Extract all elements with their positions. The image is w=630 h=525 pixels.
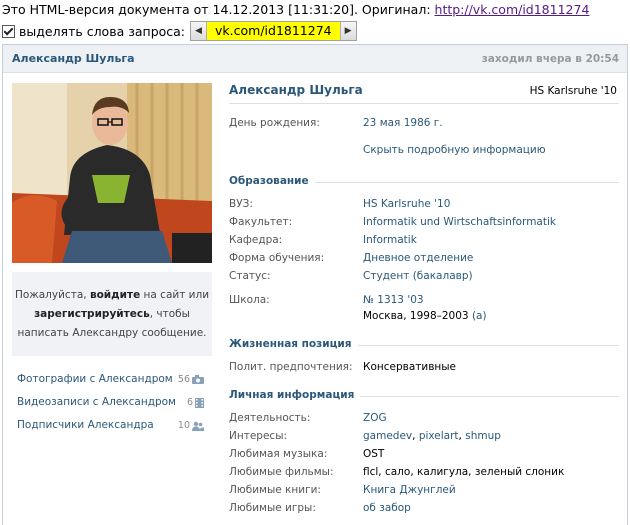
search-term-navigator: ◀ vk.com/id1811274 ▶ [190,21,357,41]
school-city: Москва, 1998–2003 (а) [363,310,487,322]
login-text-1: Пожалуйста, [14,289,90,301]
faculty-label: Факультет: [229,216,293,228]
profile-photo[interactable] [12,83,212,263]
study-form-value[interactable]: Дневное отделение [363,252,473,264]
profile-photo-image [12,83,212,263]
photos-count-value: 56 [177,374,190,385]
profile-university: HS Karlsruhe '10 [529,85,617,97]
political-label: Полит. предпочтения: [229,361,353,373]
online-status: заходил вчера в 20:54 [481,53,619,65]
school-value[interactable]: № 1313 '03 [363,294,424,306]
header-name[interactable]: Александр Шульга [12,52,135,65]
login-text-3: , чтобы [149,308,190,320]
life-position-section-header: Жизненная позиция [229,338,619,352]
videos-link[interactable]: Видеозаписи с Александром 6 [12,391,212,414]
profile-name: Александр Шульга [229,83,363,97]
department-value[interactable]: Informatik [363,234,417,246]
interest-link[interactable]: gamedev [363,430,412,442]
prev-match-button[interactable]: ◀ [191,22,207,40]
videos-count-value: 6 [186,397,193,408]
personal-title: Личная информация [229,389,361,401]
login-text-4: написать Александру сообщение. [17,327,207,339]
music-label: Любимая музыка: [229,448,328,460]
followers-link[interactable]: Подписчики Александра 10 [12,414,212,437]
followers-count: 10 [178,414,204,437]
media-links: Фотографии с Александром 56 Видеозаписи … [12,368,212,437]
status-label: Статус: [229,270,271,282]
profile-page: Александр Шульга заходил вчера в 20:54 П… [2,44,628,525]
department-label: Кафедра: [229,234,283,246]
interests-value: gamedev, pixelart, shmup [363,430,501,442]
film-icon [195,397,204,408]
books-value[interactable]: Книга Джунглей [363,484,456,496]
interest-link[interactable]: shmup [465,430,501,442]
education-title: Образование [229,175,315,187]
books-label: Любимые книги: [229,484,321,496]
login-prompt: Пожалуйста, войдите на сайт или зарегист… [12,272,212,356]
login-link[interactable]: войдите [90,289,140,301]
camera-icon [192,375,204,384]
school-label: Школа: [229,294,270,306]
political-value: Консервативные [363,361,457,373]
status-value[interactable]: Студент (бакалавр) [363,270,473,282]
interests-label: Интересы: [229,430,288,442]
highlight-checkbox[interactable] [2,24,15,38]
cache-notice: Это HTML-версия документа от 14.12.2013 … [2,2,589,17]
university-label: ВУЗ: [229,198,253,210]
movies-label: Любимые фильмы: [229,466,334,478]
register-link[interactable]: зарегистрируйтесь [34,308,150,320]
cache-notice-text: Это HTML-версия документа от 14.12.2013 … [2,2,435,17]
photos-count: 56 [178,368,204,391]
birthday-value[interactable]: 23 мая 1986 г. [363,117,443,129]
life-position-title: Жизненная позиция [229,338,358,350]
games-label: Любимые игры: [229,502,316,514]
highlight-label: выделять слова запроса: [19,23,186,39]
movies-value: flcl, сало, калигула, зеленый слоник [363,466,565,478]
users-icon [192,421,204,431]
search-term: vk.com/id1811274 [206,22,341,40]
highlight-toolbar: выделять слова запроса: ◀ vk.com/id18112… [0,21,357,41]
school-city-text: Москва, 1998–2003 [363,310,469,322]
toggle-details-link[interactable]: Скрыть подробную информацию [363,144,546,156]
university-value[interactable]: HS Karlsruhe '10 [363,198,450,210]
birthday-label: День рождения: [229,117,320,129]
next-match-button[interactable]: ▶ [340,22,356,40]
name-divider [229,103,619,104]
login-text-2: на сайт или [140,289,210,301]
music-value: OST [363,448,385,460]
videos-count: 6 [187,391,204,414]
photos-link[interactable]: Фотографии с Александром 56 [12,368,212,391]
original-link[interactable]: http://vk.com/id1811274 [435,2,590,17]
page-header: Александр Шульга заходил вчера в 20:54 [3,45,627,73]
education-section-header: Образование [229,175,619,189]
videos-link-label: Видеозаписи с Александром [17,396,176,408]
activity-value[interactable]: ZOG [363,412,387,424]
games-value[interactable]: об забор [363,502,411,514]
personal-section-header: Личная информация [229,389,619,403]
study-form-label: Форма обучения: [229,252,325,264]
cache-bar: Это HTML-версия документа от 14.12.2013 … [0,0,630,44]
photos-link-label: Фотографии с Александром [17,373,173,385]
faculty-value[interactable]: Informatik und Wirtschaftsinformatik [363,216,556,228]
left-column: Пожалуйста, войдите на сайт или зарегист… [12,83,212,437]
school-letter[interactable]: (а) [472,310,487,322]
activity-label: Деятельность: [229,412,311,424]
followers-count-value: 10 [177,420,190,431]
followers-link-label: Подписчики Александра [17,419,154,431]
interest-link[interactable]: pixelart [419,430,459,442]
